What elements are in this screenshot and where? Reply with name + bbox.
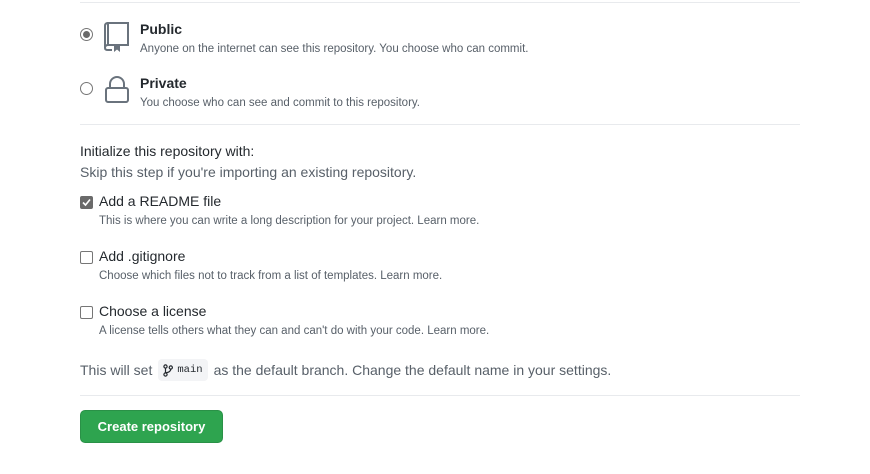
- create-repository-button[interactable]: Create repository: [80, 410, 223, 443]
- readme-description: This is where you can write a long descr…: [99, 215, 480, 227]
- public-title: Public: [140, 21, 183, 37]
- readme-option[interactable]: Add a README file This is where you can …: [80, 193, 800, 239]
- top-divider: [80, 2, 800, 3]
- branch-prefix: This will set: [80, 362, 153, 378]
- default-branch-note: This will set main as the default branch…: [80, 359, 611, 381]
- readme-label: Add a README file: [99, 193, 222, 209]
- private-description: You choose who can see and commit to thi…: [140, 97, 420, 109]
- license-option[interactable]: Choose a license A license tells others …: [80, 303, 800, 349]
- initialize-subtitle: Skip this step if you're importing an ex…: [80, 164, 417, 180]
- visibility-option-public[interactable]: Public Anyone on the internet can see th…: [80, 21, 800, 68]
- gitignore-option[interactable]: Add .gitignore Choose which files not to…: [80, 248, 800, 294]
- license-label: Choose a license: [99, 303, 207, 319]
- lock-icon: [103, 75, 131, 107]
- gitignore-description: Choose which files not to track from a l…: [99, 270, 443, 282]
- checkmark-icon: [82, 198, 91, 207]
- license-checkbox[interactable]: [80, 306, 93, 319]
- license-description: A license tells others what they can and…: [99, 325, 490, 337]
- git-branch-icon: [163, 363, 174, 377]
- public-description: Anyone on the internet can see this repo…: [140, 43, 529, 55]
- readme-checkbox[interactable]: [80, 196, 93, 209]
- branch-name: main: [177, 364, 203, 376]
- branch-chip: main: [158, 359, 208, 381]
- private-title: Private: [140, 75, 187, 91]
- branch-suffix: as the default branch. Change the defaul…: [213, 362, 612, 378]
- public-radio[interactable]: [80, 28, 93, 41]
- gitignore-label: Add .gitignore: [99, 248, 186, 264]
- visibility-option-private[interactable]: Private You choose who can see and commi…: [80, 75, 800, 122]
- new-repository-form: Public Anyone on the internet can see th…: [0, 0, 870, 474]
- visibility-divider: [80, 124, 800, 125]
- initialize-title: Initialize this repository with:: [80, 143, 255, 159]
- private-radio[interactable]: [80, 82, 93, 95]
- gitignore-checkbox[interactable]: [80, 251, 93, 264]
- repo-icon: [103, 21, 131, 53]
- actions-divider: [80, 395, 800, 396]
